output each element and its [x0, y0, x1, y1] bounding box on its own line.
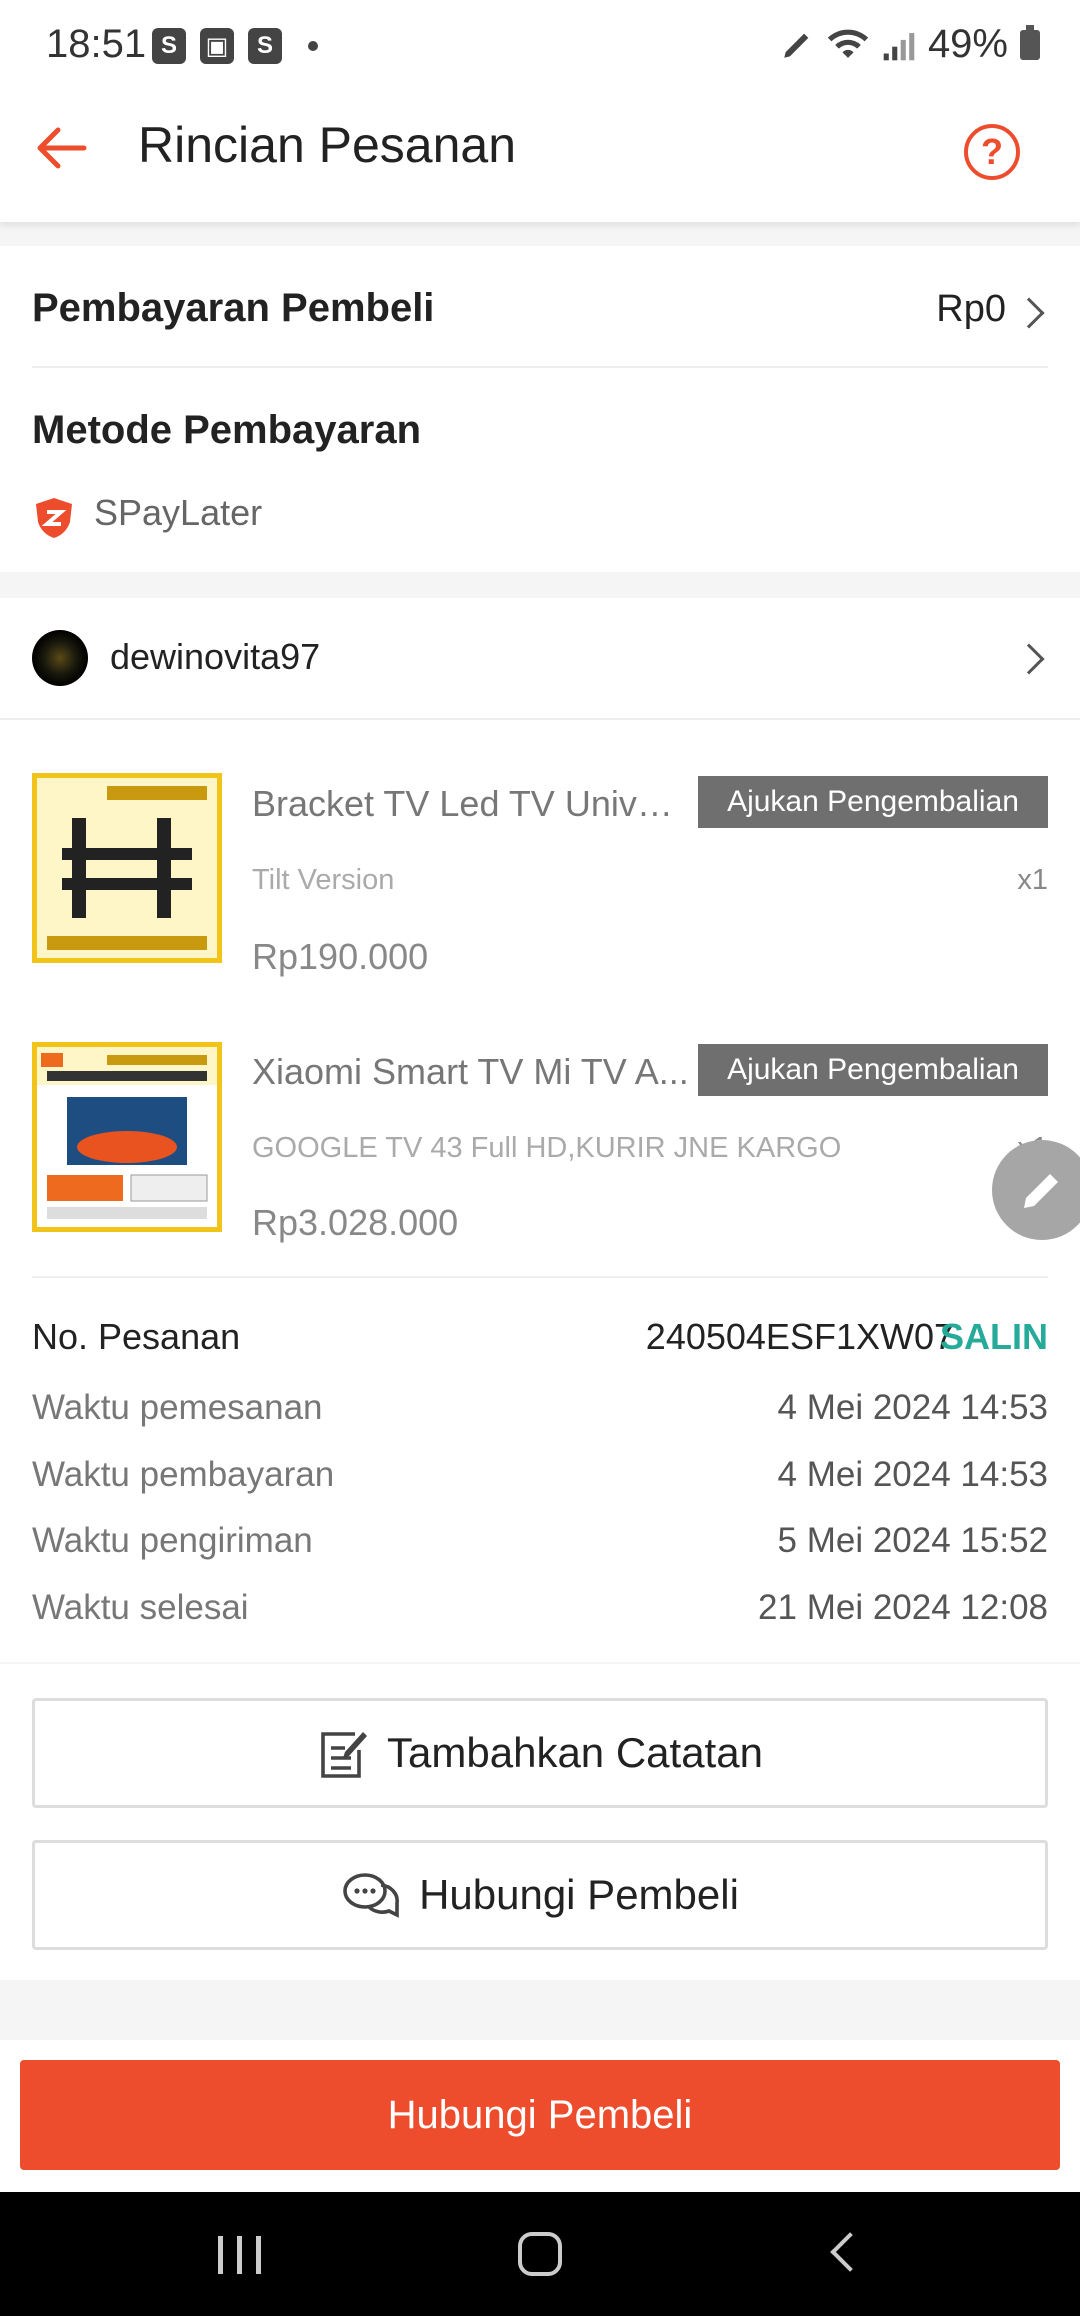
app-header: Rincian Pesanan ?: [0, 92, 1080, 222]
tv-image-icon: [37, 1047, 217, 1227]
chat-bubbles-icon: [343, 1873, 399, 1918]
bracket-image-icon: [37, 778, 217, 958]
order-number-label: No. Pesanan: [32, 1316, 241, 1357]
order-number-value: 240504ESF1XW07: [645, 1316, 954, 1357]
help-icon[interactable]: ?: [964, 124, 1020, 180]
contact-buyer-label: Hubungi Pembeli: [419, 1871, 739, 1918]
contact-buyer-primary-button[interactable]: Hubungi Pembeli: [20, 2060, 1060, 2170]
payment-method-value: SPayLater: [94, 492, 263, 533]
home-icon[interactable]: [518, 2232, 562, 2276]
shipping-time-label: Waktu pengiriman: [32, 1521, 313, 1560]
back-arrow-icon[interactable]: [32, 118, 92, 178]
gallery-notification-icon: ▣: [200, 28, 234, 64]
pencil-icon: [1024, 1174, 1058, 1208]
product-image-bracket[interactable]: [32, 773, 222, 963]
completed-time-value: 21 Mei 2024 12:08: [758, 1588, 1048, 1627]
add-note-button[interactable]: Tambahkan Catatan: [32, 1698, 1048, 1808]
back-nav-icon[interactable]: [830, 2232, 870, 2272]
order-time-value: 4 Mei 2024 14:53: [777, 1388, 1048, 1427]
product-image-xiaomi-tv[interactable]: [32, 1042, 222, 1232]
completed-time-label: Waktu selesai: [32, 1588, 249, 1627]
battery-percent: 49%: [927, 22, 1008, 66]
system-navigation-bar: [0, 2192, 1080, 2316]
wifi-icon: [827, 29, 869, 58]
spaylater-shield-icon: [36, 498, 72, 538]
pen-icon: [784, 33, 809, 58]
product-variant: Tilt Version: [252, 864, 395, 896]
shop-notification-icon-2: S: [248, 28, 282, 64]
bottom-action-bar: Hubungi Pembeli: [0, 2040, 1080, 2192]
note-edit-icon: [321, 1732, 368, 1778]
chevron-right-icon[interactable]: [1013, 297, 1045, 329]
contact-buyer-outline-button[interactable]: Hubungi Pembeli: [32, 1840, 1048, 1950]
divider: [0, 718, 1080, 720]
copy-order-number-button[interactable]: SALIN: [940, 1316, 1048, 1358]
buyer-payment-label: Pembayaran Pembeli: [32, 286, 435, 330]
shop-notification-icon: S: [152, 28, 186, 64]
add-note-label: Tambahkan Catatan: [387, 1729, 763, 1776]
battery-icon: [1020, 24, 1040, 60]
return-request-button[interactable]: Ajukan Pengembalian: [698, 1044, 1048, 1096]
return-request-button[interactable]: Ajukan Pengembalian: [698, 776, 1048, 828]
payment-method-label: Metode Pembayaran: [32, 408, 422, 452]
status-time: 18:51: [46, 22, 147, 66]
status-right: 49%: [780, 22, 1040, 67]
buyer-payment-value[interactable]: Rp0: [936, 288, 1006, 331]
payment-time-label: Waktu pembayaran: [32, 1455, 335, 1494]
order-time-label: Waktu pemesanan: [32, 1388, 323, 1427]
signal-icon: [883, 32, 915, 60]
product-price: Rp3.028.000: [252, 1202, 459, 1243]
divider: [32, 366, 1048, 368]
page-title: Rincian Pesanan: [138, 117, 517, 173]
order-section: dewinovita97 Bracket TV Led TV Univer...…: [0, 598, 1080, 1662]
shipping-time-value: 5 Mei 2024 15:52: [777, 1521, 1048, 1560]
product-qty: x1: [1017, 864, 1048, 896]
buyer-avatar[interactable]: [32, 630, 88, 686]
actions-section: Tambahkan Catatan Hubungi Pembeli: [0, 1664, 1080, 1980]
buyer-username[interactable]: dewinovita97: [110, 636, 320, 678]
chevron-right-icon[interactable]: [1013, 643, 1045, 675]
payment-section: Pembayaran Pembeli Rp0 Metode Pembayaran…: [0, 246, 1080, 572]
product-price: Rp190.000: [252, 936, 429, 977]
product-name[interactable]: Bracket TV Led TV Univer...: [252, 783, 692, 825]
recent-apps-icon[interactable]: [218, 2236, 261, 2274]
status-bar: 18:51 S ▣ S 49%: [0, 0, 1080, 92]
payment-time-value: 4 Mei 2024 14:53: [777, 1455, 1048, 1494]
more-notifications-dot: [308, 41, 318, 51]
product-name[interactable]: Xiaomi Smart TV Mi TV A...: [252, 1051, 692, 1093]
product-variant: GOOGLE TV 43 Full HD,KURIR JNE KARGO: [252, 1132, 842, 1164]
order-detail-screen: 18:51 S ▣ S 49% Rincian Pesanan ? Pembay…: [0, 0, 1080, 2316]
divider: [32, 1276, 1048, 1278]
notification-icons: S ▣ S: [152, 28, 318, 64]
